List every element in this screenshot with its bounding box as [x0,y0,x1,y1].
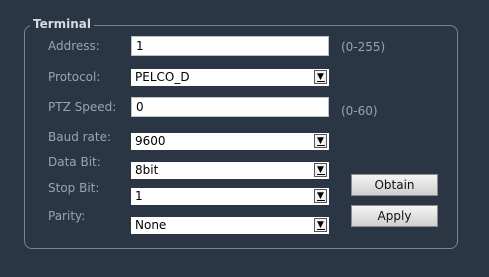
apply-button[interactable]: Apply [351,205,438,227]
parity-value: None [135,218,167,232]
address-range: (0-255) [341,40,386,54]
address-label: Address: [48,39,100,53]
groupbox-title: Terminal [30,17,95,31]
ptz-speed-input[interactable]: 0 [131,97,329,117]
address-input[interactable]: 1 [131,36,329,56]
chevron-down-icon[interactable]: ▼ [314,189,327,203]
chevron-down-icon[interactable]: ▼ [314,163,327,177]
data-bit-select[interactable]: 8bit ▼ [131,162,329,179]
baud-rate-select[interactable]: 9600 ▼ [131,133,329,150]
baud-rate-label: Baud rate: [48,130,112,144]
protocol-select[interactable]: PELCO_D ▼ [131,69,329,86]
parity-select[interactable]: None ▼ [131,217,329,234]
ptz-speed-range: (0-60) [341,104,378,118]
protocol-label: Protocol: [48,70,101,84]
stop-bit-label: Stop Bit: [48,181,100,195]
protocol-value: PELCO_D [135,70,190,84]
stop-bit-select[interactable]: 1 ▼ [131,188,329,205]
obtain-button[interactable]: Obtain [351,174,438,196]
ptz-speed-label: PTZ Speed: [48,100,117,114]
stop-bit-value: 1 [135,189,143,203]
chevron-down-icon[interactable]: ▼ [314,218,327,232]
data-bit-label: Data Bit: [48,155,101,169]
chevron-down-icon[interactable]: ▼ [314,134,327,148]
data-bit-value: 8bit [135,163,159,177]
baud-rate-value: 9600 [135,134,166,148]
chevron-down-icon[interactable]: ▼ [314,70,327,84]
parity-label: Parity: [48,209,86,223]
